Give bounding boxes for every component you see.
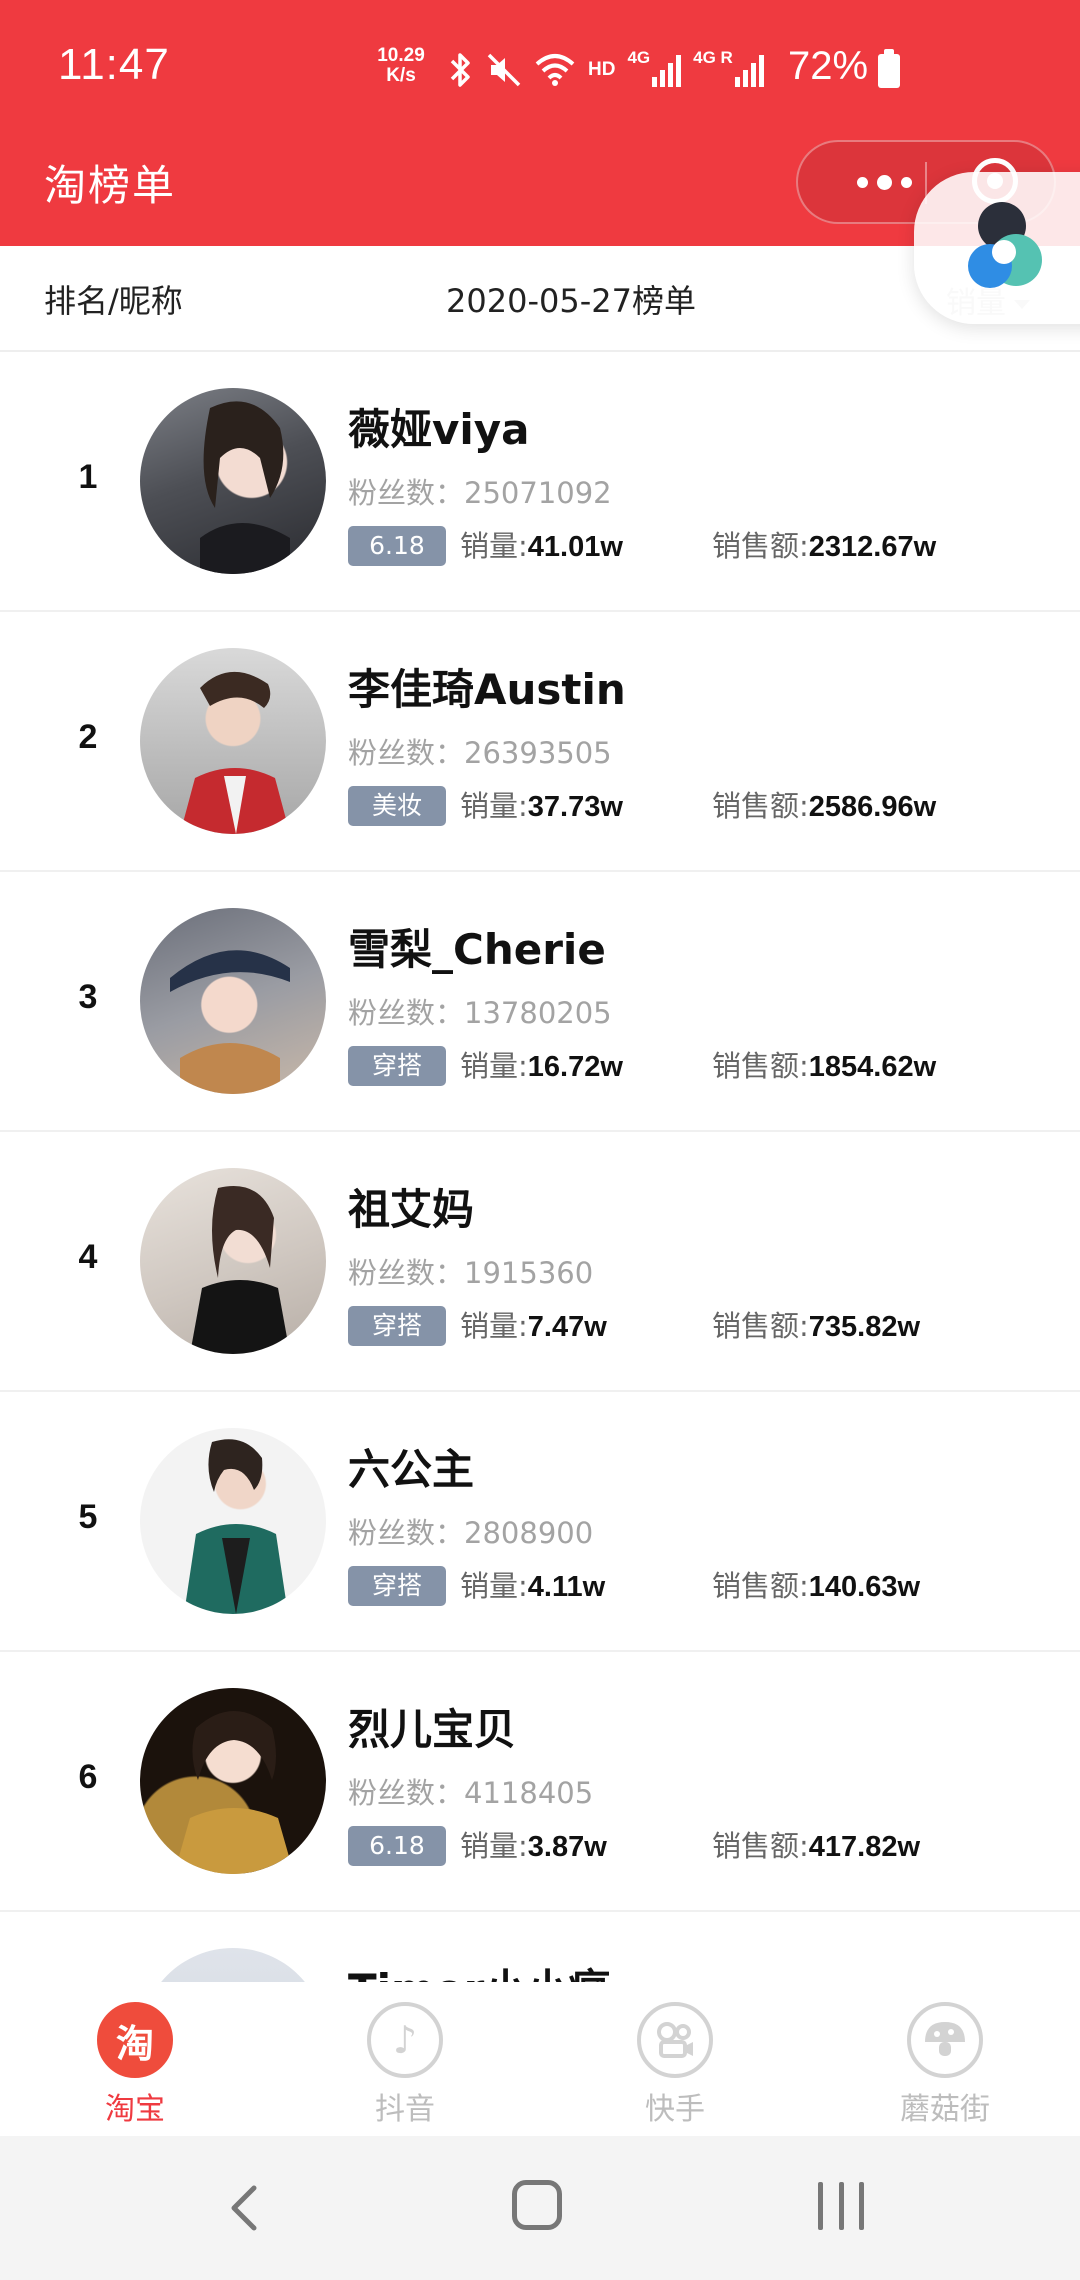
tab-douyin[interactable]: ♪ 抖音 — [270, 1982, 540, 2136]
system-navigation-bar — [0, 2136, 1080, 2280]
avatar — [140, 388, 326, 574]
sales-volume: 销量:4.11w — [460, 1569, 606, 1603]
anchor-name: 烈儿宝贝 — [348, 1705, 517, 1754]
sim1-label: 4G — [627, 48, 651, 67]
rank-number: 6 — [78, 1758, 98, 1796]
signal-sim2-icon: 4G R — [693, 48, 764, 92]
category-tag: 穿搭 — [348, 1046, 446, 1086]
assistant-logo-icon — [968, 202, 1042, 288]
category-tag: 美妆 — [348, 786, 446, 826]
more-dots-icon — [856, 176, 868, 188]
fans-count: 粉丝数：13780205 — [348, 996, 612, 1030]
sales-amount: 销售额:735.82w — [712, 1309, 921, 1343]
sales-volume: 销量:7.47w — [460, 1309, 607, 1343]
anchor-name: 薇娅viya — [348, 405, 530, 454]
tab-taobao[interactable]: 淘 淘宝 — [0, 1982, 270, 2136]
avatar — [140, 1428, 326, 1614]
list-item[interactable]: 3 雪梨_Cherie 粉丝数：13780205 穿搭 销量:16.72w 销售… — [0, 872, 1080, 1132]
avatar — [140, 1168, 326, 1354]
category-tag: 穿搭 — [348, 1306, 446, 1346]
rank-number: 4 — [78, 1238, 98, 1276]
tab-label: 抖音 — [375, 2092, 435, 2127]
rank-number: 5 — [78, 1498, 98, 1536]
list-item[interactable]: 4 祖艾妈 粉丝数：1915360 穿搭 销量:7.47w 销售额:735.82… — [0, 1132, 1080, 1392]
avatar — [140, 1948, 326, 1982]
anchor-name: Timor小小瘋 — [348, 1956, 610, 1982]
battery-percent: 72% — [788, 44, 869, 88]
status-icons: HD 4G 4G R — [448, 46, 764, 94]
network-speed: 10.29 K/s — [368, 46, 434, 86]
taobao-icon: 淘 — [97, 2002, 173, 2078]
sim2-label: 4G R — [693, 48, 733, 67]
sales-volume: 销量:3.87w — [460, 1829, 607, 1863]
fans-count: 粉丝数：25071092 — [348, 476, 612, 510]
rank-number: 1 — [78, 458, 98, 496]
category-tag: 穿搭 — [348, 1566, 446, 1606]
category-tag: 6.18 — [348, 1826, 446, 1866]
list-item[interactable]: 6 烈儿宝贝 粉丝数：4118405 6.18 销量:3.87w 销售额:417… — [0, 1652, 1080, 1912]
battery-icon — [878, 49, 900, 88]
signal-sim1-icon: 4G — [627, 48, 682, 92]
wifi-icon — [534, 48, 576, 92]
column-rank-name: 排名/昵称 — [44, 282, 183, 320]
anchor-name: 祖艾妈 — [348, 1185, 475, 1234]
list-item[interactable]: Timor小小瘋 — [0, 1912, 1080, 1982]
tab-label: 淘宝 — [105, 2092, 165, 2127]
more-menu-button[interactable] — [838, 142, 930, 222]
tab-label: 快手 — [645, 2092, 705, 2127]
fans-count: 粉丝数：2808900 — [348, 1516, 594, 1550]
tab-mogujie[interactable]: 蘑菇街 — [810, 1982, 1080, 2136]
rank-number: 2 — [78, 718, 98, 756]
platform-tab-bar: 淘 淘宝 ♪ 抖音 快手 蘑菇街 — [0, 1982, 1080, 2136]
avatar — [140, 648, 326, 834]
tab-kuaishou[interactable]: 快手 — [540, 1982, 810, 2136]
sales-volume: 销量:16.72w — [460, 1049, 623, 1083]
fans-count: 粉丝数：26393505 — [348, 736, 612, 770]
sales-amount: 销售额:1854.62w — [712, 1049, 937, 1083]
rank-number: 3 — [78, 978, 98, 1016]
hd-label: HD — [588, 59, 616, 80]
ranking-date[interactable]: 2020-05-27榜单 — [446, 276, 696, 322]
mogujie-icon — [907, 2002, 983, 2078]
avatar — [140, 1688, 326, 1874]
anchor-name: 六公主 — [348, 1445, 475, 1494]
sales-volume: 销量:41.01w — [460, 529, 623, 563]
back-icon[interactable] — [220, 2182, 272, 2234]
sales-volume: 销量:37.73w — [460, 789, 623, 823]
sales-amount: 销售额:2312.67w — [712, 529, 937, 563]
network-speed-value: 10.29 — [377, 45, 425, 66]
kuaishou-icon — [637, 2002, 713, 2078]
list-item[interactable]: 1 薇娅viya 粉丝数：25071092 6.18 销量:41.01w 销售额… — [0, 352, 1080, 612]
network-speed-unit: K/s — [386, 65, 416, 86]
douyin-icon: ♪ — [367, 2002, 443, 2078]
anchor-ranking-list: 1 薇娅viya 粉丝数：25071092 6.18 销量:41.01w 销售额… — [0, 352, 1080, 1982]
mute-icon — [486, 48, 522, 92]
floating-assistant-bubble[interactable] — [914, 172, 1080, 324]
status-time: 11:47 — [58, 40, 170, 89]
bluetooth-icon — [448, 48, 474, 92]
list-item[interactable]: 2 李佳琦Austin 粉丝数：26393505 美妆 销量:37.73w 销售… — [0, 612, 1080, 872]
category-tag: 6.18 — [348, 526, 446, 566]
fans-count: 粉丝数：4118405 — [348, 1776, 594, 1810]
tab-label: 蘑菇街 — [900, 2092, 990, 2127]
sales-amount: 销售额:140.63w — [712, 1569, 921, 1603]
anchor-name: 李佳琦Austin — [348, 665, 626, 714]
sales-amount: 销售额:417.82w — [712, 1829, 921, 1863]
recent-apps-icon[interactable] — [818, 2182, 864, 2230]
fans-count: 粉丝数：1915360 — [348, 1256, 594, 1290]
sales-amount: 销售额:2586.96w — [712, 789, 937, 823]
page-title: 淘榜单 — [44, 161, 177, 210]
anchor-name: 雪梨_Cherie — [348, 925, 606, 974]
home-icon[interactable] — [512, 2180, 562, 2230]
list-item[interactable]: 5 六公主 粉丝数：2808900 穿搭 销量:4.11w 销售额:140.63… — [0, 1392, 1080, 1652]
avatar — [140, 908, 326, 1094]
status-bar: 11:47 10.29 K/s HD 4G 4G R 72% — [0, 0, 1080, 140]
